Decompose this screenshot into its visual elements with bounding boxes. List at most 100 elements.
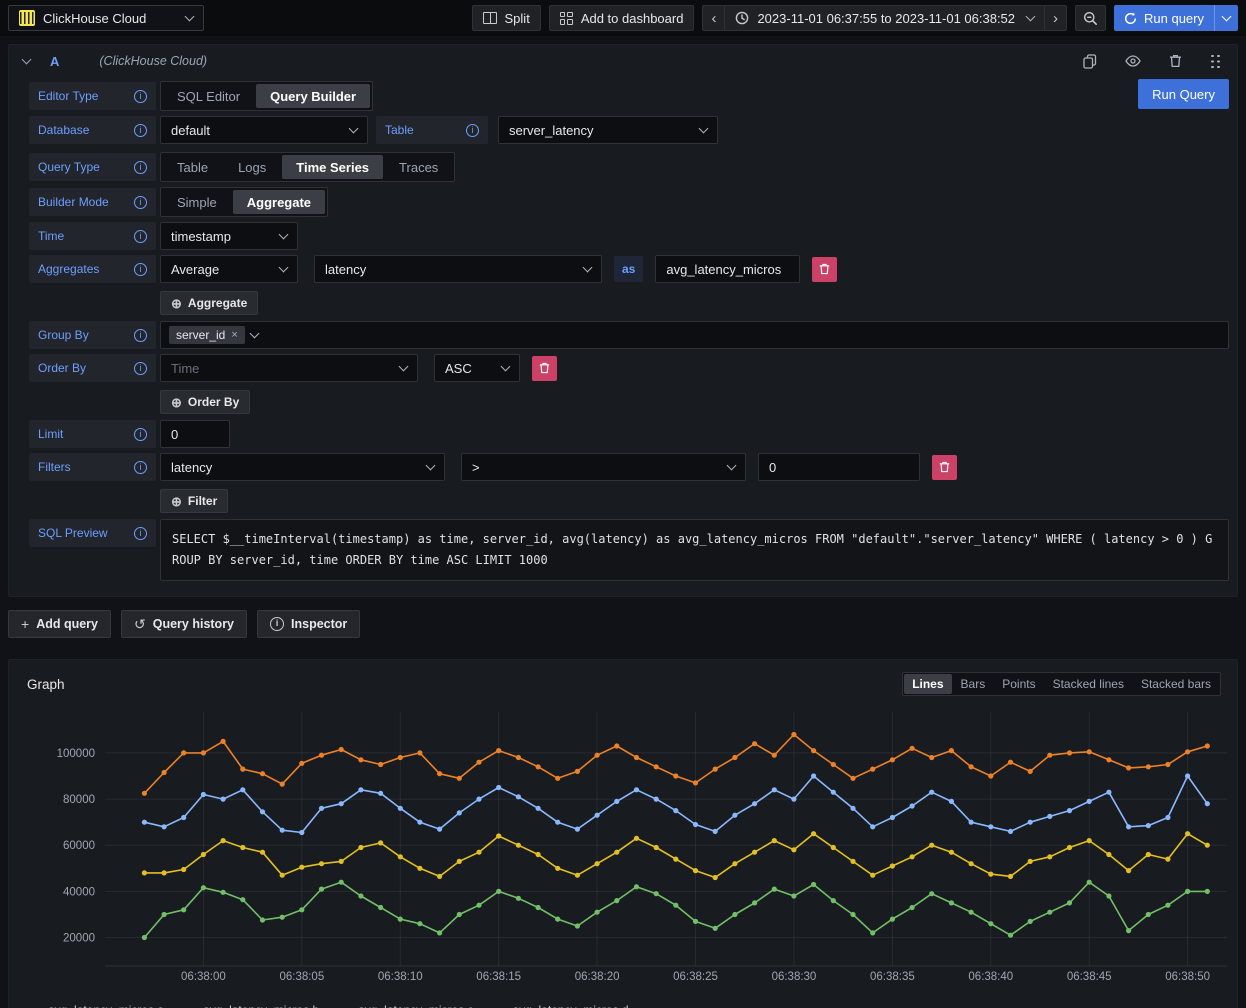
filter-value-input[interactable]: 0 (758, 453, 920, 481)
trash-icon (539, 362, 550, 374)
option-query-builder[interactable]: Query Builder (256, 84, 370, 108)
order-direction-select[interactable]: ASC (434, 354, 520, 382)
info-icon[interactable]: i (134, 527, 147, 540)
svg-text:06:38:25: 06:38:25 (673, 971, 718, 983)
table-select[interactable]: server_latency (498, 116, 718, 144)
option-sql-editor[interactable]: SQL Editor (163, 84, 254, 108)
chevron-left-icon: ‹ (711, 11, 716, 26)
query-ref-id[interactable]: A (50, 54, 59, 69)
time-label: Timei (29, 222, 156, 250)
info-icon[interactable]: i (134, 196, 147, 209)
zoom-out-time-button[interactable] (1075, 5, 1106, 31)
builder-mode-label: Builder Modei (29, 188, 156, 216)
remove-filter-button[interactable] (932, 455, 957, 480)
info-icon[interactable]: i (466, 124, 479, 137)
info-icon[interactable]: i (134, 428, 147, 441)
info-icon[interactable]: i (134, 362, 147, 375)
drag-query-handle[interactable] (1203, 54, 1227, 69)
time-range-back-button[interactable]: ‹ (702, 5, 724, 31)
editor-run-query-button[interactable]: Run Query (1138, 79, 1229, 109)
graph-panel: Graph Lines Bars Points Stacked lines St… (8, 659, 1238, 1008)
group-by-chip[interactable]: server_id × (169, 326, 245, 344)
limit-input[interactable]: 0 (160, 420, 230, 448)
option-aggregate[interactable]: Aggregate (233, 190, 325, 214)
query-header: A (ClickHouse Cloud) (9, 45, 1237, 77)
database-label: Databasei (29, 116, 156, 144)
mode-bars[interactable]: Bars (953, 674, 994, 694)
collapse-query-icon[interactable] (22, 55, 32, 65)
chevron-down-icon (249, 328, 259, 338)
mode-stacked-bars[interactable]: Stacked bars (1133, 674, 1219, 694)
query-editor-panel: A (ClickHouse Cloud) Run Query (8, 44, 1238, 597)
add-order-by-button[interactable]: ⊕ Order By (160, 390, 250, 414)
add-query-button[interactable]: + Add query (8, 610, 111, 638)
info-icon[interactable]: i (134, 461, 147, 474)
duplicate-query-button[interactable] (1076, 54, 1104, 69)
add-to-dashboard-button[interactable]: Add to dashboard (549, 5, 695, 31)
filter-column-select[interactable]: latency (160, 453, 445, 481)
svg-text:20000: 20000 (63, 933, 95, 945)
table-label: Tablei (376, 116, 488, 144)
option-table[interactable]: Table (163, 155, 222, 179)
inspector-button[interactable]: i Inspector (257, 610, 360, 638)
legend-item[interactable]: avg_latency_micros b (182, 1003, 319, 1008)
database-select[interactable]: default (160, 116, 368, 144)
option-time-series[interactable]: Time Series (282, 155, 383, 179)
chip-remove-icon[interactable]: × (231, 329, 237, 341)
aggregates-label: Aggregatesi (29, 255, 156, 283)
mode-points[interactable]: Points (994, 674, 1043, 694)
info-icon[interactable]: i (134, 161, 147, 174)
query-type-toggle: Table Logs Time Series Traces (160, 152, 455, 182)
add-filter-button[interactable]: ⊕ Filter (160, 489, 228, 513)
datasource-name: ClickHouse Cloud (43, 11, 178, 26)
group-by-multiselect[interactable]: server_id × (160, 321, 1229, 349)
svg-text:40000: 40000 (63, 886, 95, 898)
info-icon[interactable]: i (134, 124, 147, 137)
hide-query-button[interactable] (1118, 55, 1148, 67)
option-traces[interactable]: Traces (385, 155, 452, 179)
info-icon[interactable]: i (134, 263, 147, 276)
legend-label: avg_latency_micros a (48, 1003, 164, 1008)
option-simple[interactable]: Simple (163, 190, 231, 214)
info-icon[interactable]: i (134, 90, 147, 103)
aggregate-column-select[interactable]: latency (314, 255, 602, 283)
filter-operator-select[interactable]: > (461, 453, 746, 481)
chevron-down-icon (279, 229, 289, 239)
aggregate-alias-input[interactable]: avg_latency_micros (655, 255, 800, 283)
graph-mode-toggle: Lines Bars Points Stacked lines Stacked … (902, 672, 1221, 696)
svg-text:06:38:15: 06:38:15 (476, 971, 521, 983)
remove-aggregate-button[interactable] (812, 257, 837, 282)
split-button[interactable]: Split (472, 5, 541, 31)
time-range-forward-button[interactable]: › (1044, 5, 1067, 31)
info-icon[interactable]: i (134, 230, 147, 243)
legend-item[interactable]: avg_latency_micros d (492, 1003, 629, 1008)
sql-preview-text: SELECT $__timeInterval(timestamp) as tim… (160, 519, 1229, 581)
chevron-down-icon (279, 262, 289, 272)
run-query-dropdown[interactable] (1214, 5, 1238, 31)
legend-item[interactable]: avg_latency_micros a (27, 1003, 164, 1008)
time-column-select[interactable]: timestamp (160, 222, 298, 250)
aggregate-function-select[interactable]: Average (160, 255, 298, 283)
time-range-picker[interactable]: 2023-11-01 06:37:55 to 2023-11-01 06:38:… (724, 5, 1044, 31)
svg-text:06:38:30: 06:38:30 (772, 971, 817, 983)
dashboard-grid-icon (560, 12, 573, 25)
group-by-label: Group Byi (29, 321, 156, 349)
trash-icon (1169, 54, 1182, 68)
chart-svg[interactable]: 2000040000600008000010000006:38:0006:38:… (17, 704, 1239, 996)
add-aggregate-button[interactable]: ⊕ Aggregate (160, 291, 258, 315)
chevron-down-icon (583, 262, 593, 272)
order-by-field-select[interactable]: Time (160, 354, 418, 382)
legend-label: avg_latency_micros b (203, 1003, 319, 1008)
query-history-button[interactable]: ↺ Query history (121, 610, 247, 638)
svg-text:06:38:35: 06:38:35 (870, 971, 915, 983)
info-icon[interactable]: i (134, 329, 147, 342)
run-query-split-button[interactable]: Run query (1114, 5, 1238, 31)
legend-item[interactable]: avg_latency_micros c (337, 1003, 473, 1008)
option-logs[interactable]: Logs (224, 155, 280, 179)
remove-order-by-button[interactable] (532, 356, 557, 381)
datasource-picker[interactable]: ClickHouse Cloud (8, 5, 204, 31)
mode-stacked-lines[interactable]: Stacked lines (1045, 674, 1132, 694)
delete-query-button[interactable] (1162, 54, 1189, 68)
mode-lines[interactable]: Lines (904, 674, 951, 694)
time-series-chart[interactable]: 2000040000600008000010000006:38:0006:38:… (17, 704, 1229, 999)
